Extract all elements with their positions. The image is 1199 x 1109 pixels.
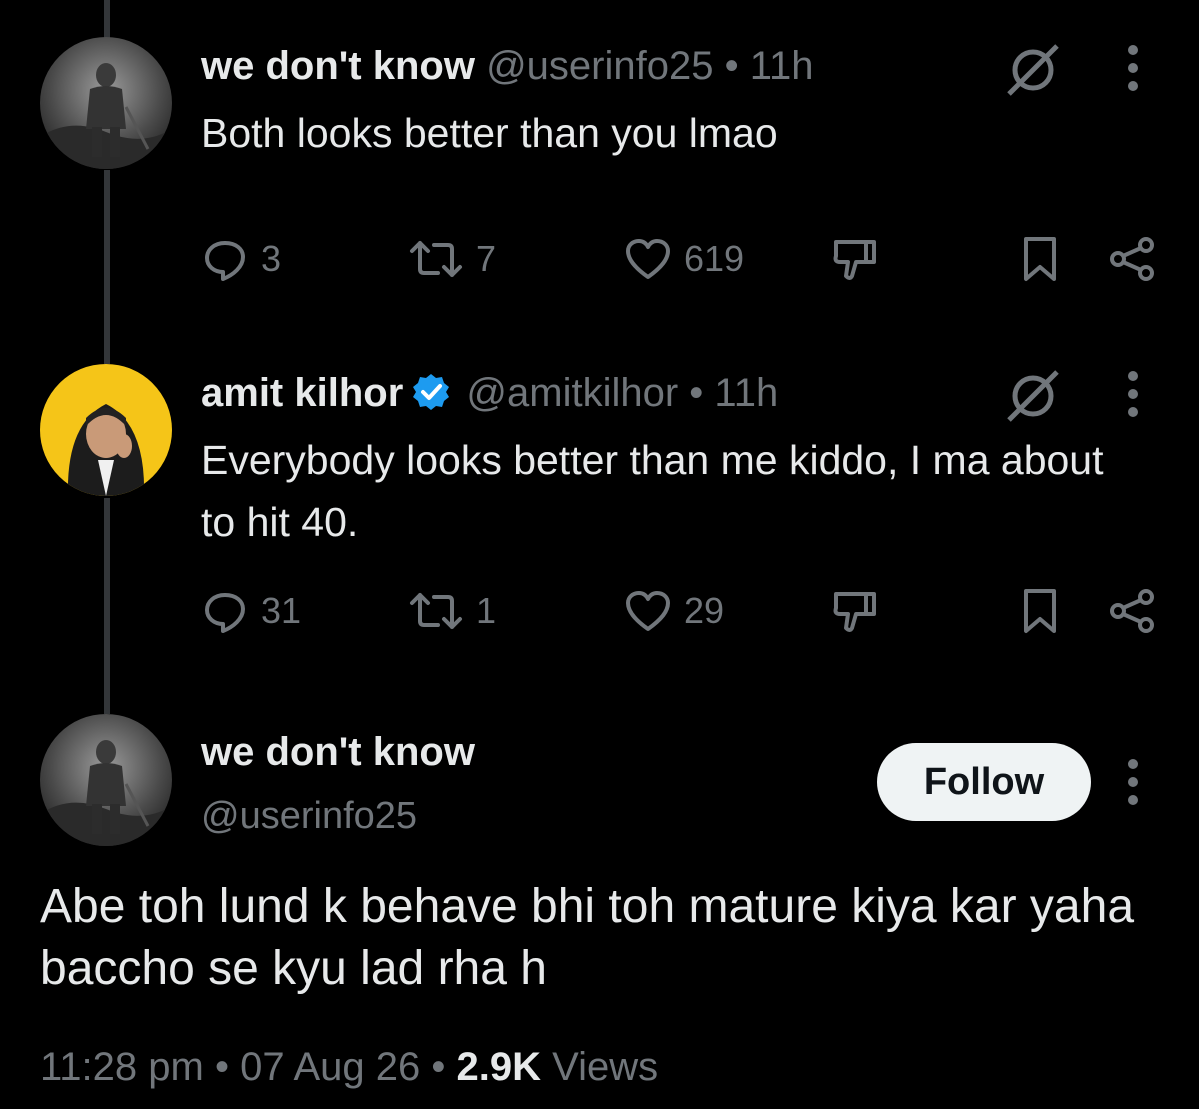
avatar-image-man-hoodie: [40, 364, 172, 496]
action-bar: 3 7 619: [0, 234, 1199, 284]
author-name[interactable]: we don't know: [201, 44, 475, 88]
author-handle[interactable]: @userinfo25: [201, 793, 417, 839]
avatar[interactable]: [40, 714, 172, 846]
repost-count: 7: [476, 238, 497, 279]
author-handle[interactable]: @amitkilhor: [466, 371, 678, 415]
dislike-button[interactable]: [830, 234, 880, 284]
author-name[interactable]: amit kilhor: [201, 371, 403, 415]
like-button[interactable]: 29: [624, 586, 724, 636]
share-icon: [1110, 237, 1154, 281]
bookmark-button[interactable]: [1020, 586, 1060, 636]
reply-count: 3: [261, 238, 282, 279]
reply-button[interactable]: 3: [201, 234, 281, 284]
bookmark-icon: [1024, 237, 1056, 281]
thread-view: we don't know @userinfo25 • 11h Both loo…: [0, 0, 1199, 1109]
more-icon[interactable]: [1123, 756, 1143, 808]
follow-button[interactable]: Follow: [877, 743, 1091, 821]
dislike-button[interactable]: [830, 586, 880, 636]
like-count: 619: [684, 238, 745, 279]
repost-icon: [410, 593, 462, 629]
like-button[interactable]: 619: [624, 234, 744, 284]
post-time[interactable]: 11:28 pm: [40, 1045, 204, 1089]
avatar[interactable]: [40, 37, 172, 169]
reply-icon: [205, 241, 245, 281]
more-icon[interactable]: [1123, 42, 1143, 94]
like-icon: [626, 239, 670, 279]
repost-count: 1: [476, 590, 497, 631]
repost-button[interactable]: 7: [408, 234, 496, 284]
dislike-icon: [833, 592, 876, 632]
reply-text: Everybody looks better than me kiddo, I …: [201, 437, 1104, 545]
dislike-icon: [833, 240, 876, 280]
post-date[interactable]: 07 Aug 26: [240, 1045, 420, 1089]
grok-icon[interactable]: [1003, 366, 1063, 426]
author-handle[interactable]: @userinfo25: [486, 44, 713, 88]
post-time[interactable]: 11h: [714, 371, 778, 415]
separator-dot: •: [724, 44, 739, 88]
views-label: Views: [552, 1045, 659, 1089]
views-count[interactable]: 2.9K: [457, 1045, 542, 1089]
separator-dot: •: [431, 1045, 446, 1089]
verified-badge-icon: [413, 374, 450, 410]
share-button[interactable]: [1108, 234, 1156, 284]
like-icon: [626, 591, 670, 631]
post-text: Abe toh lund k behave bhi toh mature kiy…: [40, 880, 1135, 995]
reply-header: amit kilhor @amitkilhor • 11h: [201, 369, 778, 417]
repost-button[interactable]: 1: [408, 586, 496, 636]
bookmark-icon: [1024, 589, 1056, 633]
separator-dot: •: [689, 371, 704, 415]
avatar-image-warrior: [40, 37, 172, 169]
action-bar: 31 1 29: [0, 586, 1199, 636]
thread-line: [104, 0, 110, 40]
more-icon[interactable]: [1123, 368, 1143, 420]
share-button[interactable]: [1108, 586, 1156, 636]
post-time[interactable]: 11h: [750, 44, 814, 88]
avatar-image-warrior: [40, 714, 172, 846]
share-icon: [1110, 589, 1154, 633]
avatar[interactable]: [40, 364, 172, 496]
reply-button[interactable]: 31: [201, 586, 301, 636]
repost-icon: [410, 241, 462, 277]
bookmark-button[interactable]: [1020, 234, 1060, 284]
reply-icon: [205, 593, 245, 633]
grok-icon[interactable]: [1003, 40, 1063, 100]
author-name[interactable]: we don't know: [201, 728, 475, 776]
like-count: 29: [684, 590, 725, 631]
reply-text: Both looks better than you lmao: [201, 110, 778, 156]
reply-header: we don't know @userinfo25 • 11h: [201, 42, 814, 90]
post-meta: 11:28 pm • 07 Aug 26 • 2.9K Views: [40, 1042, 658, 1092]
reply-count: 31: [261, 590, 302, 631]
separator-dot: •: [214, 1045, 229, 1089]
